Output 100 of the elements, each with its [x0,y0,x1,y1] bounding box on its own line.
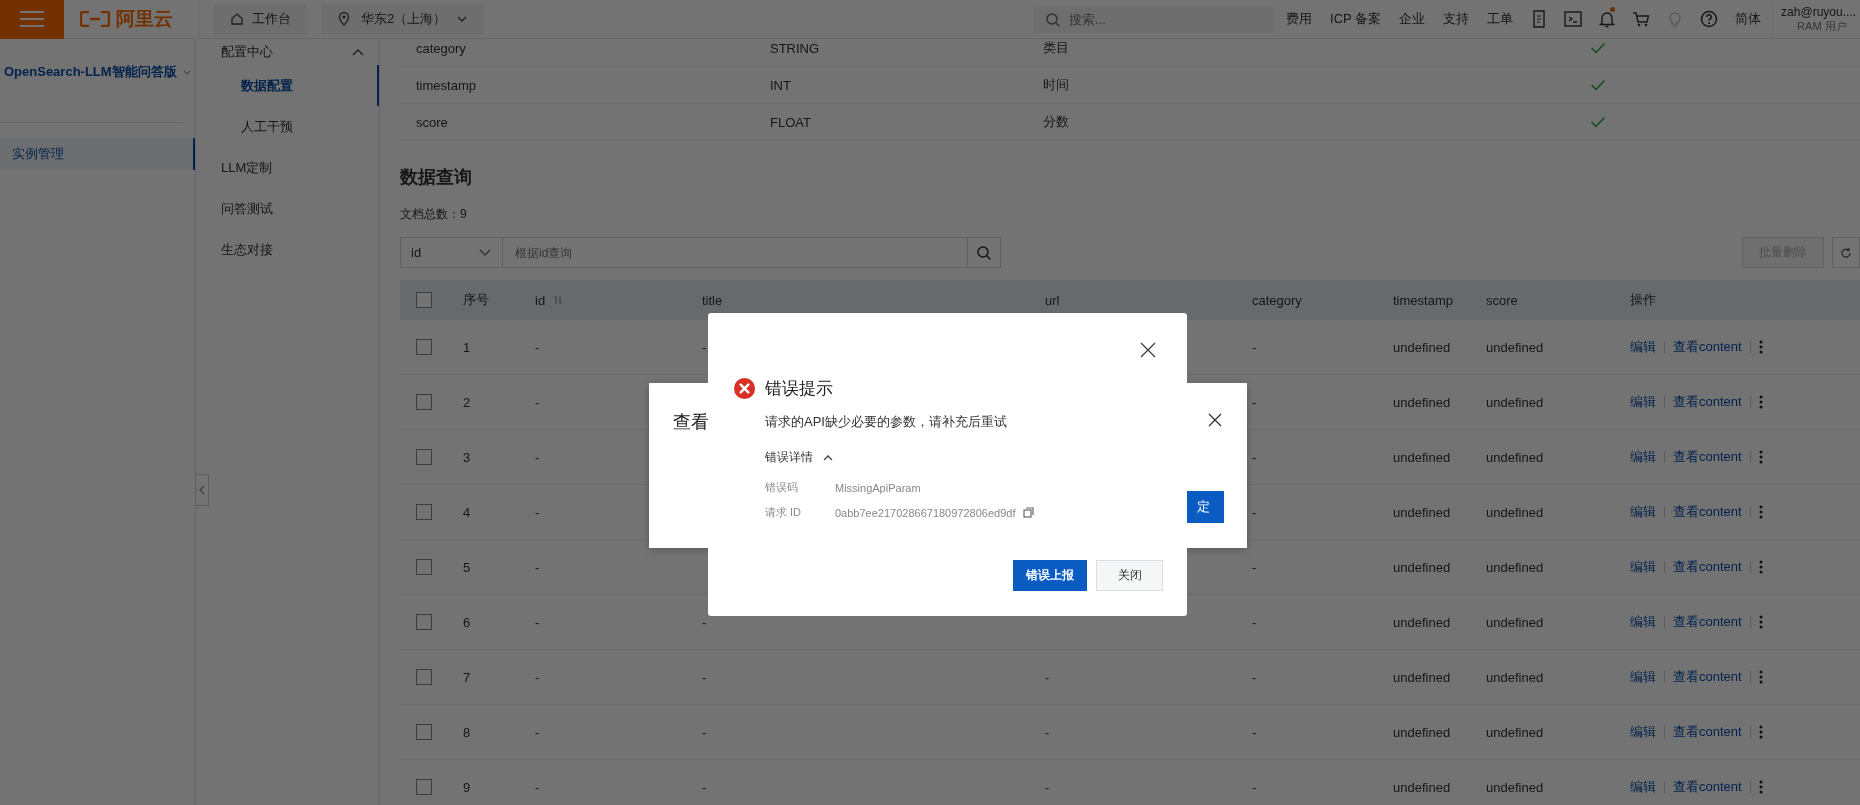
table-cell: - [1252,779,1257,795]
nav-item[interactable]: 数据配置 [196,65,379,106]
user-name[interactable]: zah@ruyou.... [1781,4,1856,19]
action-link[interactable]: 查看content [1673,393,1742,411]
close-button[interactable]: 关闭 [1096,560,1163,591]
search-button[interactable] [968,237,1001,268]
close-icon[interactable] [1208,413,1222,427]
more-icon[interactable] [1758,725,1763,739]
table-cell: - [1045,724,1050,740]
nav-group[interactable]: 配置中心 [196,39,379,65]
action-link[interactable]: 查看content [1673,668,1742,686]
chevron-up-icon [351,47,365,57]
action-link[interactable]: 编辑 [1630,393,1656,411]
row-checkbox[interactable] [416,779,432,795]
top-nav-link[interactable]: 企业 [1390,10,1435,28]
sidebar-item[interactable]: 实例管理 [0,138,195,170]
nav-item[interactable]: 人工干预 [196,106,379,147]
row-checkbox[interactable] [416,669,432,685]
column-header: category [1252,292,1302,308]
row-checkbox[interactable] [416,339,432,355]
top-nav-link[interactable]: ICP 备案 [1321,10,1391,28]
action-link[interactable]: 编辑 [1630,448,1656,466]
row-checkbox[interactable] [416,449,432,465]
table-cell: - [702,779,707,795]
column-header: title [702,292,723,308]
action-link[interactable]: 编辑 [1630,503,1656,521]
top-nav-link[interactable]: 支持 [1434,10,1479,28]
top-nav-link[interactable]: 费用 [1277,10,1322,28]
help-icon [1699,9,1720,29]
sortable-column-header[interactable]: id [535,292,564,308]
row-checkbox[interactable] [416,504,432,520]
table-cell-text: STRING [770,40,821,56]
location-pin-icon [337,11,351,27]
top-nav-link[interactable]: 工单 [1478,10,1523,28]
workbench-button[interactable]: 工作台 [214,3,307,35]
notification-dot [1610,7,1616,12]
search-field[interactable]: 搜索... [1033,5,1274,33]
more-icon[interactable] [1758,505,1763,519]
collapse-handle[interactable] [195,474,209,506]
action-link[interactable]: 编辑 [1630,613,1656,631]
table-cell: - [1252,724,1257,740]
row-checkbox[interactable] [416,559,432,575]
more-icon[interactable] [1758,780,1763,794]
query-input[interactable]: 根据id查询 [503,237,968,268]
action-link[interactable]: 编辑 [1630,723,1656,741]
action-link[interactable]: 查看content [1673,558,1742,576]
action-link[interactable]: 查看content [1673,338,1742,356]
dialog-title: 错误提示 [765,378,833,400]
region-selector[interactable]: 华东2（上海） [321,3,485,35]
detail-value: 0abb7ee217028667180972806ed9df [835,506,1016,519]
product-selector[interactable]: OpenSearch-LLM智能问答版 [0,39,195,81]
logo[interactable]: 阿里云 [64,0,200,39]
action-link[interactable]: 编辑 [1630,778,1656,796]
detail-value: MissingApiParam [835,481,921,494]
action-link[interactable]: 编辑 [1630,668,1656,686]
action-link[interactable]: 查看content [1673,723,1742,741]
more-icon[interactable] [1758,395,1763,409]
details-toggle[interactable]: 错误详情 [765,449,833,466]
action-link[interactable]: 编辑 [1630,558,1656,576]
table-cell: undefined [1486,504,1544,520]
action-link[interactable]: 查看content [1673,778,1742,796]
cart-icon [1631,9,1652,29]
action-link[interactable]: 查看content [1673,448,1742,466]
logo-icon [80,11,110,27]
report-button[interactable]: 错误上报 [1013,560,1087,591]
action-link[interactable]: 查看content [1673,613,1742,631]
nav-item[interactable]: 问答测试 [196,188,379,229]
table-cell: - [1045,669,1050,685]
more-icon[interactable] [1758,450,1763,464]
nav-item[interactable]: LLM定制 [196,147,379,188]
table-cell: undefined [1486,779,1544,795]
table-cell-text: timestamp [416,77,477,93]
table-cell: undefined [1486,449,1544,465]
table-cell: - [702,339,707,355]
more-icon[interactable] [1758,670,1763,684]
nav-item[interactable]: 生态对接 [196,229,379,270]
select-all-checkbox[interactable] [416,292,432,308]
sort-icon[interactable] [553,295,564,305]
refresh-button[interactable] [1832,237,1860,268]
table-cell: 4 [463,504,471,520]
table-cell: - [535,779,540,795]
more-icon[interactable] [1758,340,1763,354]
column-header: url [1045,292,1060,308]
row-checkbox[interactable] [416,614,432,630]
copy-icon[interactable] [1023,507,1035,518]
table-cell: - [1252,504,1257,520]
table-cell: undefined [1393,559,1451,575]
table-cell-text: 分数 [1043,113,1070,131]
close-icon[interactable] [1140,342,1156,358]
table-cell: - [1252,339,1257,355]
menu-button[interactable] [0,0,64,39]
row-checkbox[interactable] [416,724,432,740]
field-select[interactable]: id [400,237,503,268]
row-checkbox[interactable] [416,394,432,410]
column-header: score [1486,292,1518,308]
action-link[interactable]: 查看content [1673,503,1742,521]
action-link[interactable]: 编辑 [1630,338,1656,356]
language-link[interactable]: 简体 [1726,10,1771,28]
more-icon[interactable] [1758,615,1763,629]
more-icon[interactable] [1758,560,1763,574]
